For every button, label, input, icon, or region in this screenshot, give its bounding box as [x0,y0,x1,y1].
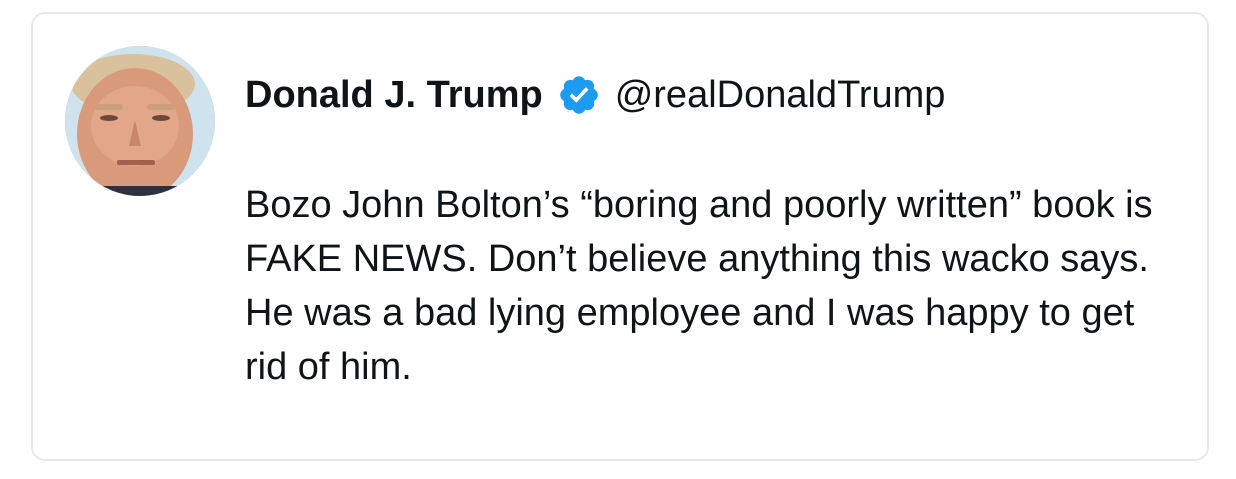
tweet-card[interactable]: Donald J. Trump @realDonaldTrump Bozo Jo… [31,12,1209,461]
display-name[interactable]: Donald J. Trump [245,74,543,117]
tweet-header: Donald J. Trump @realDonaldTrump [245,70,945,120]
tweet-text: Bozo John Bolton’s “boring and poorly wr… [245,184,1153,388]
avatar[interactable] [65,46,215,196]
user-handle[interactable]: @realDonaldTrump [615,74,946,117]
avatar-photo [65,46,215,196]
verified-badge-icon [557,73,601,117]
